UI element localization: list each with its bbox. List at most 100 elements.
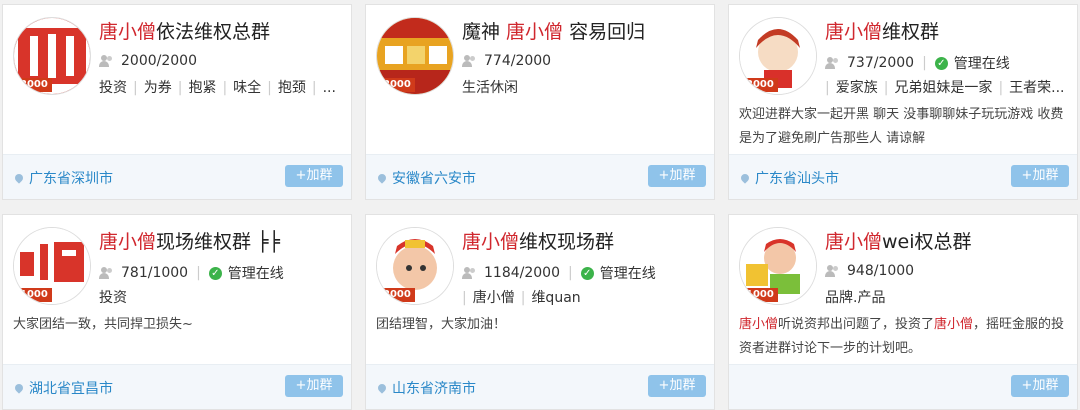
location-pin-icon <box>13 172 25 184</box>
group-title[interactable]: 唐小僧维权现场群 <box>462 227 614 254</box>
group-avatar[interactable]: 2000 <box>376 227 454 305</box>
card-footer: 山东省济南市 +加群 <box>366 364 714 409</box>
join-group-button[interactable]: +加群 <box>1011 375 1069 397</box>
location-text: 广东省深圳市 <box>29 171 113 187</box>
group-card[interactable]: 2000 魔神 唐小僧 容易回归 774/2000 生活休闲 安徽省六安市 +加… <box>365 4 715 200</box>
group-title[interactable]: 唐小僧现场维权群 ╞╞ <box>99 227 280 254</box>
member-count: 737/2000 <box>847 55 915 71</box>
group-title[interactable]: 唐小僧依法维权总群 <box>99 17 270 44</box>
title-highlight: 唐小僧 <box>506 21 564 43</box>
group-title[interactable]: 魔神 唐小僧 容易回归 <box>462 17 645 44</box>
tag: 爱家族 <box>835 80 878 96</box>
location: 山东省济南市 <box>376 378 476 398</box>
group-card[interactable]: 1000 唐小僧现场维权群 ╞╞ 781/1000 | ✓ 管理在线 投资 大家… <box>2 214 352 410</box>
location-pin-icon <box>376 382 388 394</box>
location-pin-icon <box>739 172 751 184</box>
desc-text: 听说资邦出问题了，投资了 <box>778 317 935 332</box>
tag-list: 投资 <box>99 287 343 307</box>
join-group-button[interactable]: +加群 <box>285 165 343 187</box>
capacity-badge: 1000 <box>742 288 778 302</box>
title-highlight: 唐小僧 <box>462 231 520 253</box>
capacity-badge: 2000 <box>742 78 778 92</box>
join-group-button[interactable]: +加群 <box>1011 165 1069 187</box>
admin-online-status: 管理在线 <box>599 266 656 282</box>
title-prefix: 魔神 <box>462 21 507 43</box>
location: 安徽省六安市 <box>376 168 476 188</box>
group-avatar[interactable]: 2000 <box>376 17 454 95</box>
location: 广东省汕头市 <box>739 168 839 188</box>
desc-highlight: 唐小僧 <box>739 317 779 332</box>
tag: 品牌.产品 <box>825 290 886 306</box>
tag: 王者荣... <box>1009 80 1065 96</box>
group-title[interactable]: 唐小僧wei权总群 <box>825 227 972 254</box>
admin-online-status: 管理在线 <box>953 56 1010 72</box>
card-footer: 湖北省宜昌市 +加群 <box>3 364 351 409</box>
member-count-row: 1184/2000 | ✓ 管理在线 <box>462 263 656 283</box>
tag: 生活休闲 <box>462 80 518 96</box>
tag-list: 生活休闲 <box>462 77 706 97</box>
member-count-row: 948/1000 <box>825 263 914 279</box>
desc-highlight: 唐小僧 <box>934 317 974 332</box>
group-grid: 2000 唐小僧依法维权总群 2000/2000 投资 | 为券 | 抱紧 | 味全 | 抱颈 |… <box>0 0 1080 410</box>
card-body: 2000 唐小僧维权群 737/2000 | ✓ 管理在线 | 爱家族 | 兄弟姐妹是… <box>729 5 1077 157</box>
location-text: 广东省汕头市 <box>755 171 839 187</box>
title-text: 维权群 <box>882 21 940 43</box>
location-text: 安徽省六安市 <box>392 171 476 187</box>
group-card[interactable]: 2000 唐小僧维权群 737/2000 | ✓ 管理在线 | 爱家族 | 兄弟姐妹是… <box>728 4 1078 200</box>
check-icon: ✓ <box>580 266 594 280</box>
tag: 为券 <box>143 80 172 96</box>
join-group-button[interactable]: +加群 <box>285 375 343 397</box>
location-pin-icon <box>13 382 25 394</box>
join-group-button[interactable]: +加群 <box>648 165 706 187</box>
location: 湖北省宜昌市 <box>13 378 113 398</box>
title-highlight: 唐小僧 <box>825 21 883 43</box>
member-count-row: 737/2000 | ✓ 管理在线 <box>825 53 1010 73</box>
join-group-button[interactable]: +加群 <box>648 375 706 397</box>
card-body: 1000 唐小僧现场维权群 ╞╞ 781/1000 | ✓ 管理在线 投资 大家… <box>3 215 351 367</box>
member-count-row: 774/2000 <box>462 53 551 69</box>
title-text: 维权现场群 <box>519 231 615 253</box>
location-text: 湖北省宜昌市 <box>29 381 113 397</box>
tag-list: | 爱家族 | 兄弟姐妹是一家 | 王者荣... <box>825 80 1065 96</box>
title-text: wei权总群 <box>882 231 972 253</box>
tag-list: 投资 | 为券 | 抱紧 | 味全 | 抱颈 |... <box>99 80 336 96</box>
group-avatar[interactable]: 2000 <box>739 17 817 95</box>
title-highlight: 唐小僧 <box>825 231 883 253</box>
member-count: 781/1000 <box>121 265 189 281</box>
member-count-row: 2000/2000 <box>99 53 197 69</box>
card-footer: +加群 <box>729 364 1077 409</box>
title-text: 现场维权群 ╞╞ <box>156 231 280 253</box>
admin-online-status: 管理在线 <box>227 266 284 282</box>
location-pin-icon <box>376 172 388 184</box>
card-body: 2000 唐小僧依法维权总群 2000/2000 投资 | 为券 | 抱紧 | 味全 | 抱颈 |… <box>3 5 351 157</box>
group-card[interactable]: 1000 唐小僧wei权总群 948/1000 品牌.产品 唐小僧听说资邦出问题… <box>728 214 1078 410</box>
tag: 投资 <box>99 290 127 306</box>
group-avatar[interactable]: 1000 <box>13 227 91 305</box>
capacity-badge: 2000 <box>379 288 415 302</box>
title-text: 依法维权总群 <box>156 21 271 43</box>
tag: 味全 <box>233 80 262 96</box>
capacity-badge: 2000 <box>16 78 52 92</box>
tag: 投资 <box>99 80 127 96</box>
member-count-row: 781/1000 | ✓ 管理在线 <box>99 263 284 283</box>
member-count: 948/1000 <box>847 263 915 279</box>
group-avatar[interactable]: 1000 <box>739 227 817 305</box>
card-footer: 广东省汕头市 +加群 <box>729 154 1077 199</box>
tag: 兄弟姐妹是一家 <box>894 80 993 96</box>
check-icon: ✓ <box>208 266 222 280</box>
capacity-badge: 2000 <box>379 78 415 92</box>
group-title[interactable]: 唐小僧维权群 <box>825 17 939 44</box>
title-highlight: 唐小僧 <box>99 231 157 253</box>
users-icon <box>462 55 478 67</box>
group-description: 欢迎进群大家一起开黑 聊天 没事聊聊妹子玩玩游戏 收费是为了避免刷广告那些人 请… <box>739 107 1064 146</box>
group-avatar[interactable]: 2000 <box>13 17 91 95</box>
users-icon <box>99 267 115 279</box>
location: 广东省深圳市 <box>13 168 113 188</box>
tag: 唐小僧 <box>472 290 515 306</box>
tag: 维quan <box>531 290 581 306</box>
users-icon <box>462 267 478 279</box>
tag: ... <box>322 80 336 96</box>
group-card[interactable]: 2000 唐小僧维权现场群 1184/2000 | ✓ 管理在线 | 唐小僧 | 维q… <box>365 214 715 410</box>
card-footer: 安徽省六安市 +加群 <box>366 154 714 199</box>
group-card[interactable]: 2000 唐小僧依法维权总群 2000/2000 投资 | 为券 | 抱紧 | 味全 | 抱颈 |… <box>2 4 352 200</box>
